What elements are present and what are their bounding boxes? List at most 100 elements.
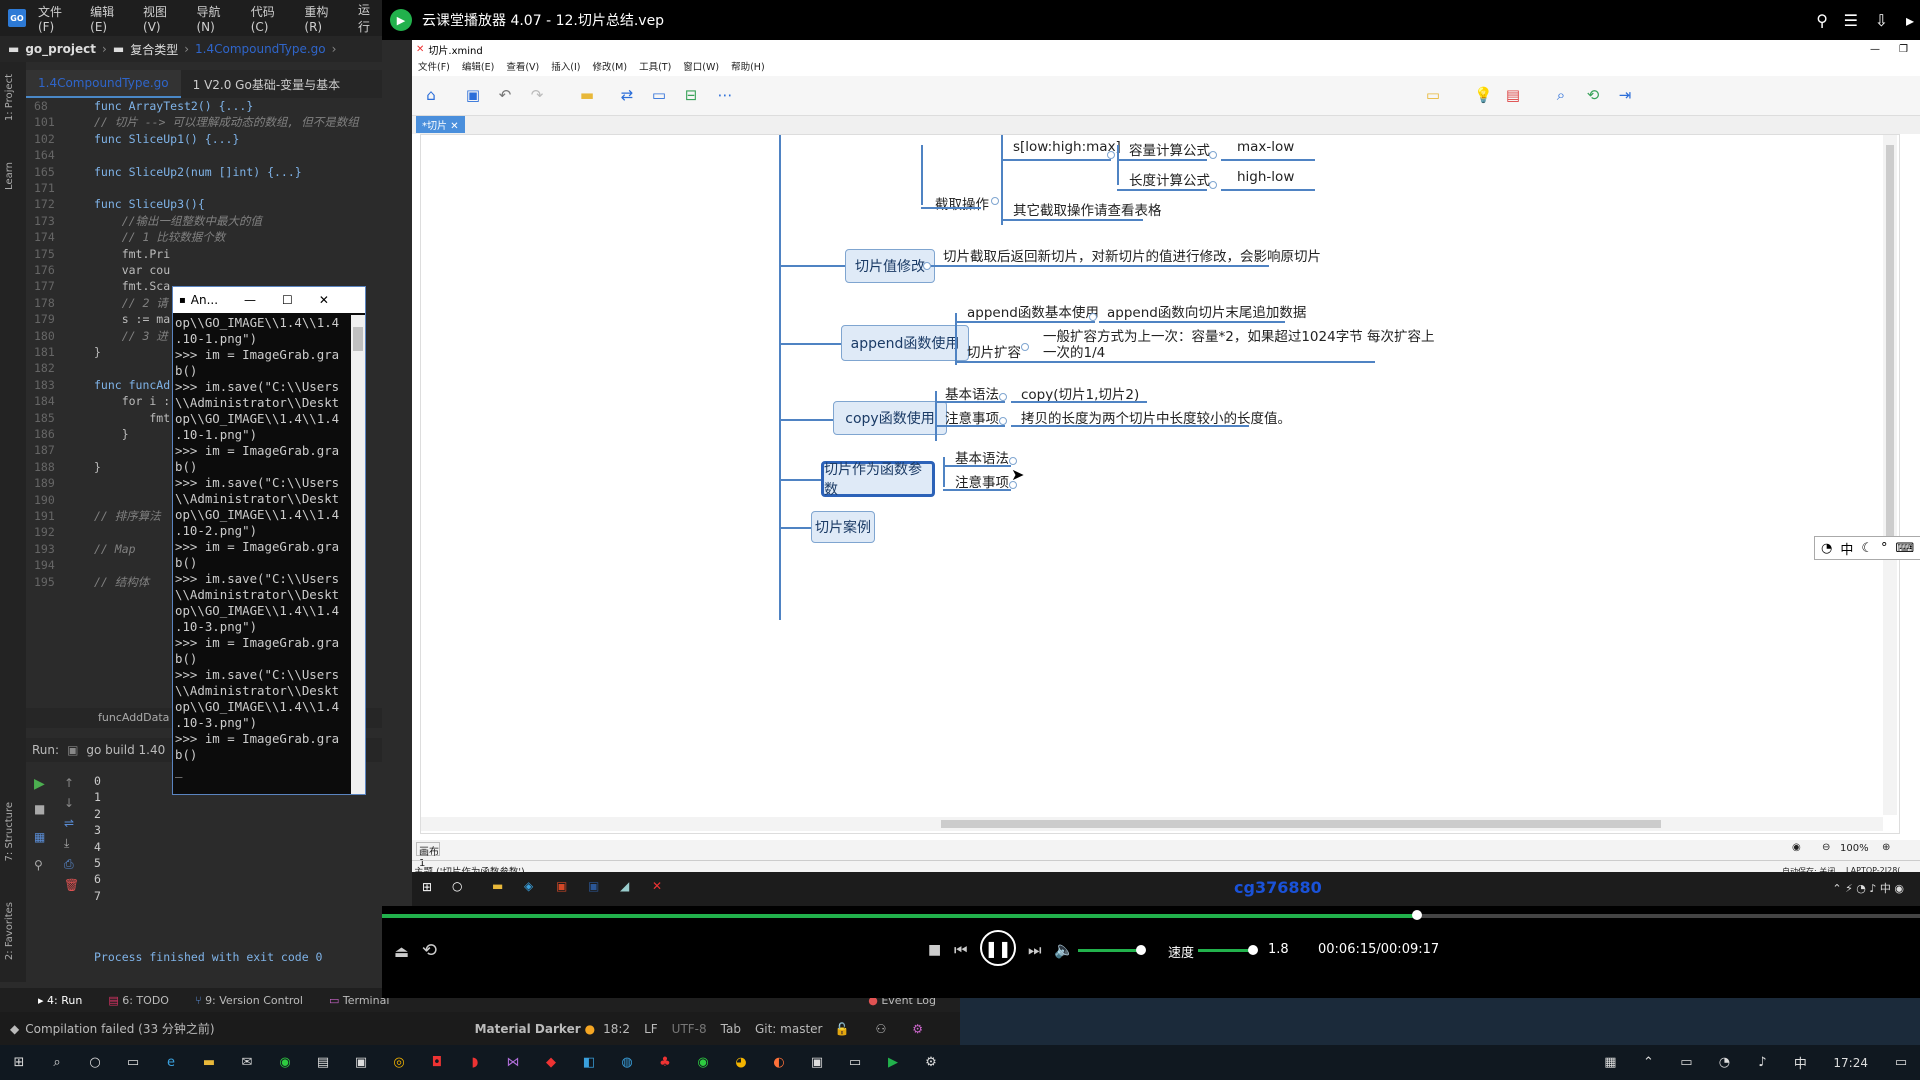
zoom-level[interactable]: 100% xyxy=(1840,843,1869,854)
code-line[interactable]: 174 // 1 比较数据个数 xyxy=(26,229,382,245)
breadcrumb-project[interactable]: go_project xyxy=(25,42,96,56)
topic-append[interactable]: append函数使用 xyxy=(841,325,969,361)
run-config-tab[interactable]: go build 1.40 xyxy=(86,743,165,757)
menu-navigate[interactable]: 导航(N) xyxy=(197,3,239,34)
collapse-dot-icon[interactable] xyxy=(1107,151,1115,159)
notification-icon[interactable]: ▭ xyxy=(1891,1053,1911,1073)
node-other-cut[interactable]: 其它截取操作请查看表格 xyxy=(1013,199,1162,219)
volume-icon[interactable]: 🔈 xyxy=(1054,940,1074,959)
trash-icon[interactable]: 🗑 xyxy=(64,878,84,892)
punctuation-icon[interactable]: ° xyxy=(1881,541,1888,556)
battery-icon[interactable]: ▭ xyxy=(1676,1053,1696,1073)
code-line[interactable]: 175 fmt.Pri xyxy=(26,246,382,262)
node-append-basic-note[interactable]: append函数向切片末尾追加数据 xyxy=(1107,301,1306,321)
app-icon[interactable]: ♣ xyxy=(655,1053,675,1073)
breadcrumb-file[interactable]: 1.4CompoundType.go xyxy=(195,42,326,56)
download-icon[interactable]: ⇩ xyxy=(1875,11,1888,30)
more-icon[interactable]: ▸ xyxy=(1906,11,1914,30)
console-icon[interactable]: ▭ xyxy=(845,1053,865,1073)
undo-icon[interactable]: ↶ xyxy=(496,86,514,104)
store-icon[interactable]: ▣ xyxy=(351,1053,371,1073)
scrollbar-thumb[interactable] xyxy=(1886,145,1894,545)
app-icon[interactable]: ◘ xyxy=(427,1053,447,1073)
search-icon[interactable]: ⌕ xyxy=(47,1053,67,1073)
node-copy-note[interactable]: 注意事项 xyxy=(945,407,999,427)
loop-icon[interactable]: ⟲ xyxy=(422,940,437,961)
collapse-dot-icon[interactable] xyxy=(1009,457,1017,465)
app-icon[interactable]: ◧ xyxy=(579,1053,599,1073)
menu-run[interactable]: 运行 xyxy=(358,1,382,35)
notes-icon[interactable]: ▤ xyxy=(313,1053,333,1073)
print-icon[interactable]: ⎙ xyxy=(64,857,84,872)
stop-icon[interactable]: ■ xyxy=(34,802,56,816)
arrow-down-icon[interactable]: ↓ xyxy=(64,796,84,810)
app-icon[interactable]: ◗ xyxy=(465,1053,485,1073)
node-param-syntax[interactable]: 基本语法 xyxy=(955,447,1009,467)
node-cap-formula[interactable]: 容量计算公式 xyxy=(1129,139,1210,159)
eye-icon[interactable]: ◉ xyxy=(1792,842,1801,853)
home-icon[interactable]: ⌂ xyxy=(422,86,440,104)
node-slice-grow[interactable]: 切片扩容 xyxy=(967,341,1021,361)
more-dots-icon[interactable]: ⋯ xyxy=(716,86,734,104)
clock[interactable]: 17:24 xyxy=(1833,1056,1868,1070)
wifi-icon[interactable]: ◔ xyxy=(1714,1053,1734,1073)
rerun-icon[interactable]: ▶ xyxy=(34,776,56,792)
layout-icon[interactable]: ▤ xyxy=(1504,86,1522,104)
sidetab-structure[interactable]: 7: Structure xyxy=(4,802,15,861)
tab-terminal[interactable]: ▭ Terminal xyxy=(329,994,389,1007)
collapse-dot-icon[interactable] xyxy=(999,393,1007,401)
menu-view[interactable]: 视图(V) xyxy=(143,3,184,34)
scroll-end-icon[interactable]: ⤓ xyxy=(64,836,84,851)
close-icon[interactable]: ✕ xyxy=(319,293,329,307)
keyboard-icon[interactable]: ⌨ xyxy=(1896,541,1915,556)
tab-version-control[interactable]: ⑂ 9: Version Control xyxy=(195,994,303,1007)
node-cap-value[interactable]: max-low xyxy=(1237,139,1294,155)
cortana-icon[interactable]: ○ xyxy=(85,1053,105,1073)
close-tab-icon[interactable]: ✕ xyxy=(450,121,458,132)
wechat-icon[interactable]: ◉ xyxy=(275,1053,295,1073)
xm-menu-file[interactable]: 文件(F) xyxy=(418,59,450,73)
mail-icon[interactable]: ✉ xyxy=(237,1053,257,1073)
node-len-value[interactable]: high-low xyxy=(1237,169,1294,185)
collapse-dot-icon[interactable] xyxy=(1209,151,1217,159)
playlist-icon[interactable]: ☰ xyxy=(1844,11,1858,30)
topic-copy[interactable]: copy函数使用 xyxy=(833,401,947,435)
collapse-dot-icon[interactable] xyxy=(923,262,931,270)
layout-icon[interactable]: ▦ xyxy=(34,830,56,844)
redo-icon[interactable]: ↷ xyxy=(528,86,546,104)
node-cut-op[interactable]: 截取操作 xyxy=(935,193,989,213)
scrollbar-thumb[interactable] xyxy=(941,820,1661,828)
menu-edit[interactable]: 编辑(E) xyxy=(90,3,131,34)
progress-knob[interactable] xyxy=(1412,910,1422,920)
volume-icon[interactable]: ♪ xyxy=(1752,1053,1772,1073)
menu-refactor[interactable]: 重构(R) xyxy=(304,3,346,34)
xm-menu-tools[interactable]: 工具(T) xyxy=(639,59,671,73)
ime-mode[interactable]: 中 xyxy=(1840,539,1853,558)
eject-icon[interactable]: ⏏ xyxy=(394,942,409,961)
tab-compoundtype[interactable]: 1.4CompoundType.go xyxy=(26,70,181,98)
collapse-dot-icon[interactable] xyxy=(1089,313,1097,321)
node-copy-syntax[interactable]: 基本语法 xyxy=(945,383,999,403)
tab-todo[interactable]: ▤ 6: TODO xyxy=(108,994,169,1007)
sidetab-favorites[interactable]: 2: Favorites xyxy=(4,902,15,960)
windows-start-icon[interactable]: ⊞ xyxy=(9,1053,29,1073)
code-line[interactable]: 102 func SliceUp1() {...} xyxy=(26,131,382,147)
stop-icon[interactable]: ■ xyxy=(928,942,941,958)
breadcrumb-folder[interactable]: 复合类型 xyxy=(130,41,178,58)
topic-icon[interactable]: ▬ xyxy=(578,86,596,104)
speed-knob[interactable] xyxy=(1248,945,1258,955)
save-icon[interactable]: ▣ xyxy=(464,86,482,104)
app-icon[interactable]: ◍ xyxy=(617,1053,637,1073)
zoom-out-icon[interactable]: ⊖ xyxy=(1822,842,1830,853)
mindmap-canvas[interactable]: 截取操作 s[low:high:max] 容量计算公式 max-low 长度计算… xyxy=(420,134,1900,834)
firefox-icon[interactable]: ◐ xyxy=(769,1053,789,1073)
export-icon[interactable]: ⇥ xyxy=(1616,86,1634,104)
presentation-icon[interactable]: ▭ xyxy=(1424,86,1442,104)
boundary-icon[interactable]: ▭ xyxy=(650,86,668,104)
app-icon[interactable]: ◉ xyxy=(693,1053,713,1073)
status-message[interactable]: Compilation failed (33 分钟之前) xyxy=(25,1020,214,1037)
minimize-icon[interactable]: — xyxy=(244,293,256,307)
code-line[interactable]: 68 func ArrayTest2() {...} xyxy=(26,98,382,114)
node-append-basic[interactable]: append函数基本使用 xyxy=(967,301,1099,321)
xmind-restore-icon[interactable]: ❐ xyxy=(1899,44,1908,55)
